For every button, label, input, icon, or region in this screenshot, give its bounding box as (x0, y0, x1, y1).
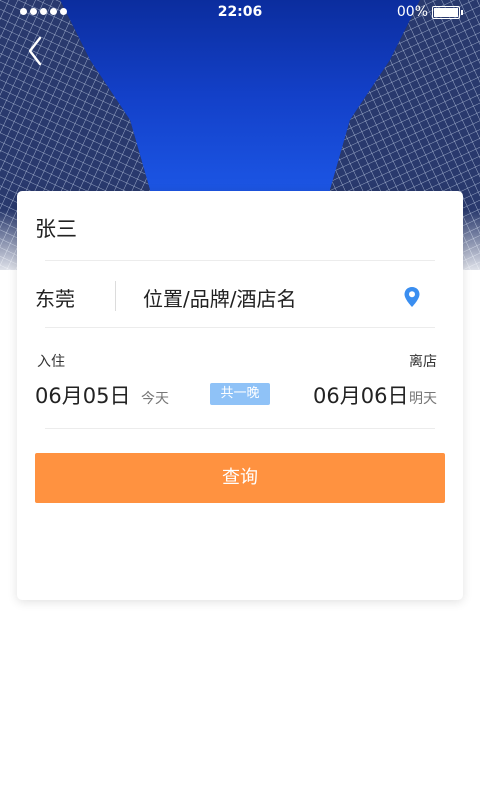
guest-name[interactable]: 张三 (35, 213, 77, 243)
checkout-date[interactable]: 06月06日 (313, 380, 408, 410)
battery-percent: 00% (396, 4, 428, 20)
back-button[interactable] (22, 34, 52, 68)
chevron-left-icon (28, 36, 42, 66)
nights-badge: 共一晚 (210, 383, 270, 405)
query-button[interactable]: 查询 (35, 453, 445, 503)
map-pin-icon (404, 287, 420, 307)
booking-card: 张三 东莞 位置/品牌/酒店名 入住 离店 06月05日 今天 共一晚 06月0… (17, 191, 463, 600)
divider (45, 327, 435, 328)
status-bar: 22:06 00% (0, 0, 480, 24)
checkout-relative-day: 明天 (409, 391, 437, 407)
city-selector[interactable]: 东莞 (35, 283, 75, 312)
divider (45, 428, 435, 429)
location-button[interactable] (403, 286, 421, 312)
checkin-relative-day: 今天 (141, 391, 169, 407)
checkout-label: 离店 (409, 354, 437, 370)
checkin-date[interactable]: 06月05日 (35, 380, 130, 410)
battery-icon (432, 6, 463, 19)
divider (45, 260, 435, 261)
checkin-label: 入住 (37, 354, 65, 370)
vertical-divider (115, 281, 116, 311)
hotel-search-input[interactable]: 位置/品牌/酒店名 (143, 283, 296, 312)
